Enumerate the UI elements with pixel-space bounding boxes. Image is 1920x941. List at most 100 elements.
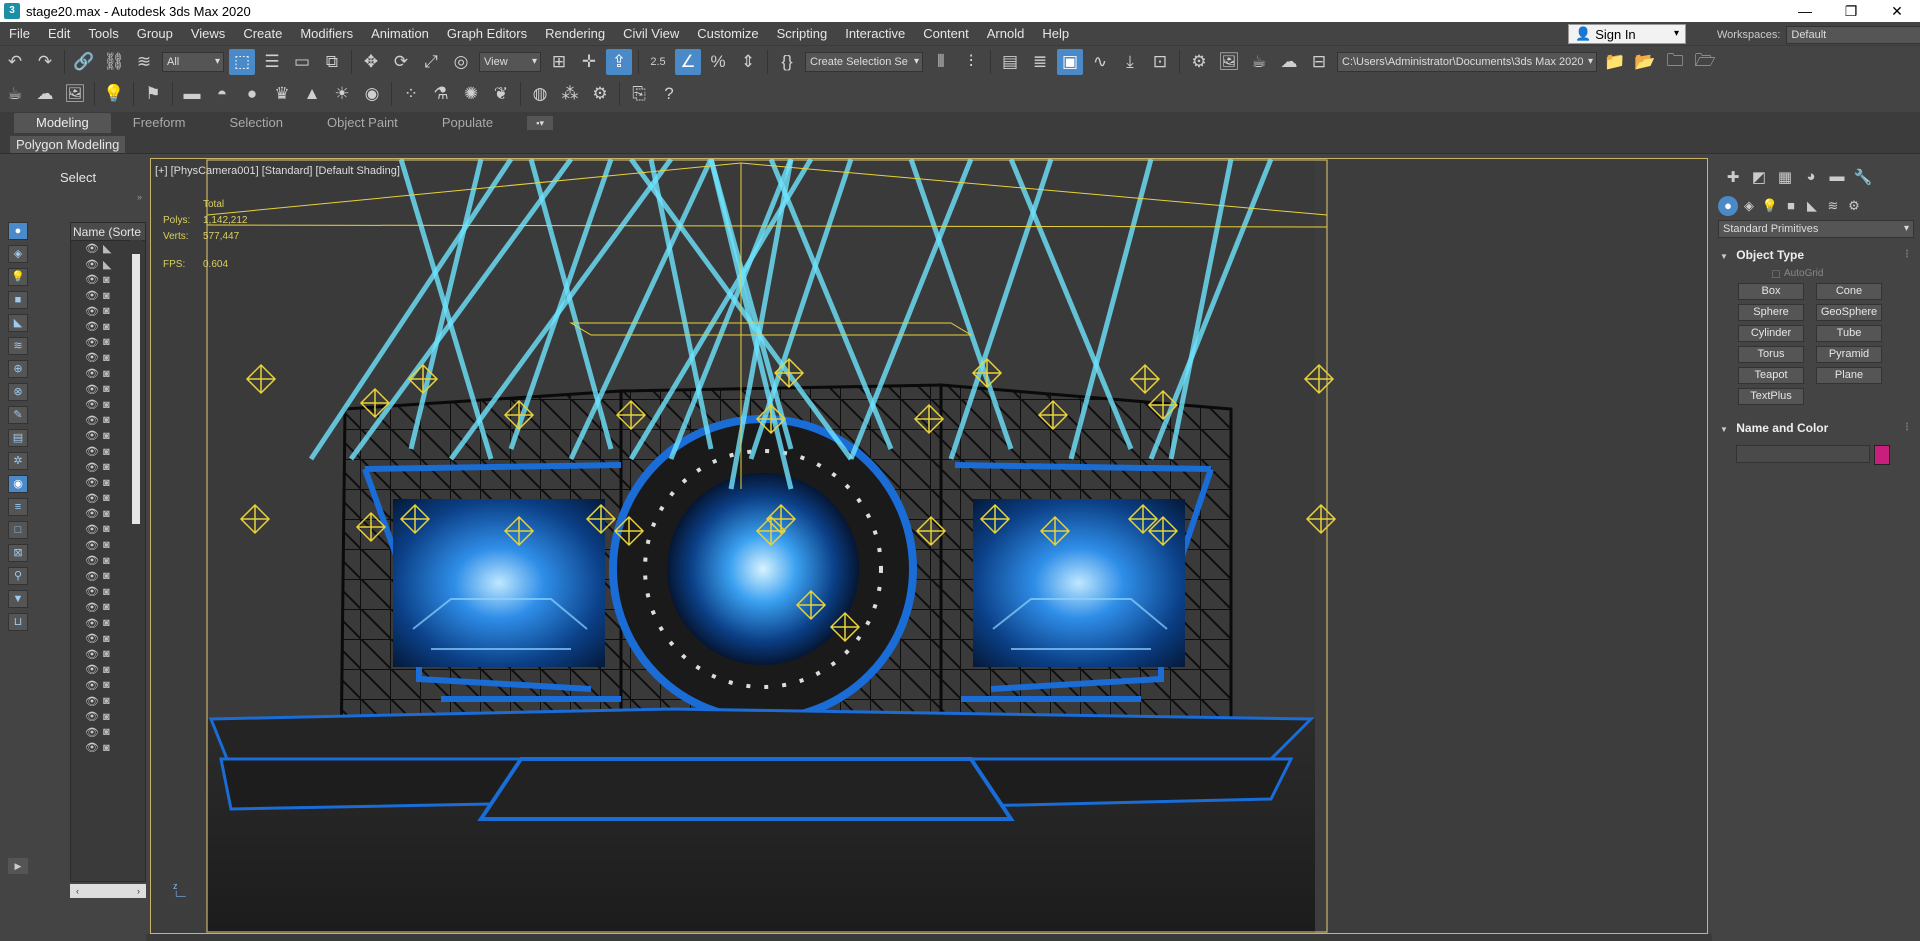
- visibility-eye-icon[interactable]: 👁: [85, 585, 99, 598]
- export-icon[interactable]: ⎘: [626, 81, 652, 107]
- visibility-eye-icon[interactable]: 👁: [85, 648, 99, 661]
- manipulate-icon[interactable]: ✛: [576, 49, 602, 75]
- scroll-right-icon[interactable]: ›: [137, 884, 140, 898]
- cylinder-button[interactable]: Cylinder: [1738, 325, 1804, 342]
- filter-hidden-icon[interactable]: ◉: [8, 475, 28, 493]
- menu-customize[interactable]: Customize: [688, 26, 767, 41]
- filter-cameras-icon[interactable]: ■: [8, 291, 28, 309]
- filter-lights-icon[interactable]: 💡: [8, 268, 28, 286]
- edit-named-selection-icon[interactable]: {}: [774, 49, 800, 75]
- named-selection-select[interactable]: Create Selection Se: [805, 52, 923, 72]
- project-folder-icon[interactable]: 📁: [1602, 49, 1628, 75]
- workspaces-select[interactable]: Default: [1786, 26, 1920, 44]
- grass-icon[interactable]: ❦: [488, 81, 514, 107]
- geosphere-button[interactable]: GeoSphere: [1816, 304, 1882, 321]
- curve-editor-icon[interactable]: ∿: [1087, 49, 1113, 75]
- filter-geometry-icon[interactable]: ●: [8, 222, 28, 240]
- autogrid-checkbox[interactable]: AutoGrid: [1772, 268, 1916, 279]
- help-icon[interactable]: ?: [656, 81, 682, 107]
- filter-bucket-icon[interactable]: ⊔: [8, 613, 28, 631]
- menu-views[interactable]: Views: [182, 26, 234, 41]
- polygon-modeling-button[interactable]: Polygon Modeling: [10, 136, 126, 153]
- percent-snap-icon[interactable]: %: [705, 49, 731, 75]
- cone-button[interactable]: Cone: [1816, 283, 1882, 300]
- redo-icon[interactable]: ↷: [32, 49, 58, 75]
- visibility-eye-icon[interactable]: 👁: [85, 445, 99, 458]
- visibility-eye-icon[interactable]: 👁: [85, 507, 99, 520]
- visibility-eye-icon[interactable]: 👁: [85, 320, 99, 333]
- unlink-icon[interactable]: ⛓: [101, 49, 127, 75]
- menu-tools[interactable]: Tools: [79, 26, 127, 41]
- selection-filter-select[interactable]: All: [162, 52, 224, 72]
- display-tab-icon[interactable]: ▬: [1824, 168, 1850, 190]
- visibility-eye-icon[interactable]: 👁: [85, 289, 99, 302]
- helpers-category-icon[interactable]: ◣: [1802, 196, 1822, 216]
- filter-shapes-icon[interactable]: ◈: [8, 245, 28, 263]
- filter-bones-icon[interactable]: ✎: [8, 406, 28, 424]
- visibility-eye-icon[interactable]: 👁: [85, 305, 99, 318]
- link-icon[interactable]: 🔗: [71, 49, 97, 75]
- utilities-tab-icon[interactable]: 🔧: [1850, 168, 1876, 190]
- render-setup-icon[interactable]: ⚙: [1186, 49, 1212, 75]
- molecule-icon[interactable]: ⚗: [428, 81, 454, 107]
- visibility-eye-icon[interactable]: 👁: [85, 601, 99, 614]
- sphere-button[interactable]: Sphere: [1738, 304, 1804, 321]
- filter-none-icon[interactable]: □: [8, 521, 28, 539]
- visibility-eye-icon[interactable]: 👁: [85, 617, 99, 630]
- hierarchy-tab-icon[interactable]: ▦: [1772, 168, 1798, 190]
- spinner-snap-icon[interactable]: ⇕: [735, 49, 761, 75]
- undo-icon[interactable]: ↶: [2, 49, 28, 75]
- menu-group[interactable]: Group: [128, 26, 182, 41]
- visibility-eye-icon[interactable]: 👁: [85, 554, 99, 567]
- visibility-eye-icon[interactable]: 👁: [85, 476, 99, 489]
- visibility-eye-icon[interactable]: 👁: [85, 663, 99, 676]
- menu-civil-view[interactable]: Civil View: [614, 26, 688, 41]
- menu-interactive[interactable]: Interactive: [836, 26, 914, 41]
- menu-content[interactable]: Content: [914, 26, 978, 41]
- box-button[interactable]: Box: [1738, 283, 1804, 300]
- arnold-light-icon[interactable]: 💡: [101, 81, 127, 107]
- filter-xrefs-icon[interactable]: ⊗: [8, 383, 28, 401]
- cameras-category-icon[interactable]: ■: [1781, 196, 1801, 216]
- visibility-eye-icon[interactable]: 👁: [85, 492, 99, 505]
- tab-freeform[interactable]: Freeform: [111, 113, 208, 133]
- pivot-center-icon[interactable]: ⊞: [546, 49, 572, 75]
- project-path-select[interactable]: C:\Users\Administrator\Documents\3ds Max…: [1337, 52, 1597, 72]
- filter-invert-icon[interactable]: ⊠: [8, 544, 28, 562]
- tab-object-paint[interactable]: Object Paint: [305, 113, 420, 133]
- shapes-category-icon[interactable]: ◈: [1739, 196, 1759, 216]
- arnold-cloud-icon[interactable]: ☁: [32, 81, 58, 107]
- plane-button[interactable]: Plane: [1816, 367, 1882, 384]
- textplus-button[interactable]: TextPlus: [1738, 388, 1804, 405]
- layer-explorer-icon[interactable]: ≣: [1027, 49, 1053, 75]
- visibility-eye-icon[interactable]: 👁: [85, 523, 99, 536]
- name-column-header[interactable]: Name (Sorte: [71, 223, 145, 241]
- tab-selection[interactable]: Selection: [208, 113, 305, 133]
- torus-button[interactable]: Torus: [1738, 346, 1804, 363]
- tube-button[interactable]: Tube: [1816, 325, 1882, 342]
- rect-selection-icon[interactable]: ▭: [289, 49, 315, 75]
- viewport-label[interactable]: [+] [PhysCamera001] [Standard] [Default …: [155, 165, 400, 177]
- material-editor-icon[interactable]: ⊡: [1147, 49, 1173, 75]
- arnold-camera-icon[interactable]: ⚑: [140, 81, 166, 107]
- menu-rendering[interactable]: Rendering: [536, 26, 614, 41]
- pyramid-button[interactable]: Pyramid: [1816, 346, 1882, 363]
- photometric-light-icon[interactable]: ♛: [269, 81, 295, 107]
- name-color-header[interactable]: ▼ Name and Color ⋮: [1716, 419, 1916, 437]
- menu-animation[interactable]: Animation: [362, 26, 438, 41]
- visibility-eye-icon[interactable]: 👁: [85, 383, 99, 396]
- bind-spacewarp-icon[interactable]: ≋: [131, 49, 157, 75]
- autogrid-checkbox-box[interactable]: [1772, 269, 1780, 278]
- scroll-left-icon[interactable]: ‹: [76, 884, 79, 898]
- visibility-eye-icon[interactable]: 👁: [85, 414, 99, 427]
- render-frame-icon[interactable]: 🖼: [1216, 49, 1242, 75]
- visibility-eye-icon[interactable]: 👁: [85, 726, 99, 739]
- visibility-eye-icon[interactable]: 👁: [85, 242, 99, 255]
- particles-icon[interactable]: ⁘: [398, 81, 424, 107]
- filter-spacewarps-icon[interactable]: ≋: [8, 337, 28, 355]
- sun-light-icon[interactable]: ☀: [329, 81, 355, 107]
- angle-snap-icon[interactable]: ∠: [675, 49, 701, 75]
- rotate-icon[interactable]: ⟳: [388, 49, 414, 75]
- placement-icon[interactable]: ◎: [448, 49, 474, 75]
- project-switch-icon[interactable]: 📂: [1632, 49, 1658, 75]
